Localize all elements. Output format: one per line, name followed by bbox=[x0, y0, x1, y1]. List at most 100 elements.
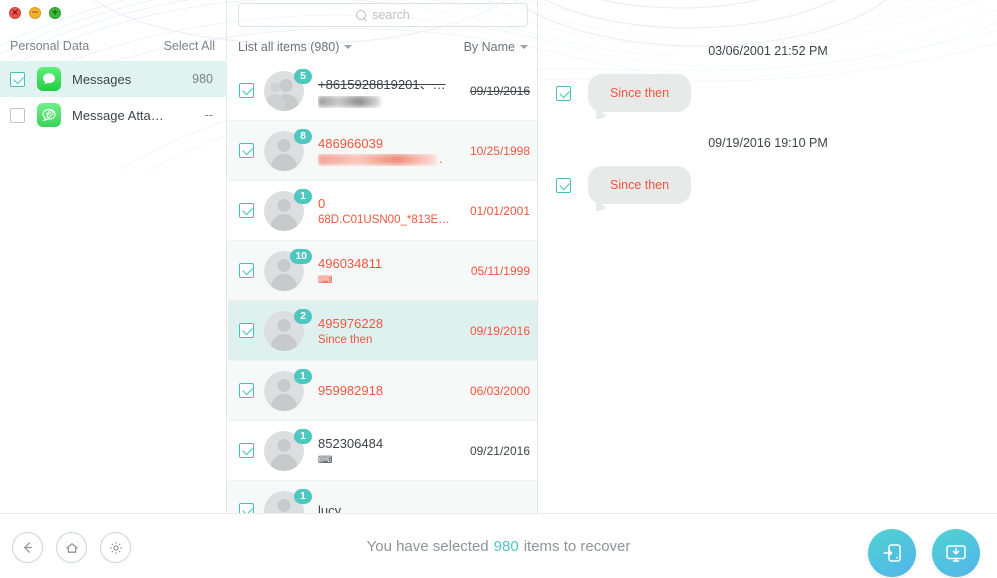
status-prefix: You have selected bbox=[366, 538, 489, 555]
message-bubble: Since then bbox=[588, 74, 692, 112]
conversation-checkbox[interactable] bbox=[239, 383, 254, 398]
conversation-date: 09/19/2016 bbox=[469, 323, 530, 338]
settings-button[interactable] bbox=[100, 532, 131, 563]
unread-count-badge: 5 bbox=[294, 68, 312, 84]
close-window-button[interactable]: × bbox=[9, 7, 21, 19]
conversation-text: 496034811 ⌨ bbox=[318, 256, 471, 286]
conversation-text: 852306484 ⌨ bbox=[318, 436, 470, 466]
conversation-checkbox[interactable] bbox=[239, 323, 254, 338]
search-icon bbox=[356, 9, 367, 21]
conversation-row[interactable]: 8 486966039 . 10/25/1998 bbox=[228, 121, 537, 181]
message-timestamp: 09/19/2016 19:10 PM bbox=[708, 136, 828, 150]
conversation-preview: 68D.C01USN00_*813E… bbox=[318, 213, 450, 226]
recover-to-computer-button[interactable] bbox=[932, 529, 980, 577]
conversation-text: 495976228 Since then bbox=[318, 316, 470, 346]
unread-count-badge: 1 bbox=[294, 428, 312, 444]
maximize-icon: + bbox=[51, 7, 59, 18]
message-checkbox[interactable] bbox=[556, 85, 571, 101]
avatar-wrapper: 1 bbox=[264, 428, 312, 471]
conversation-date: 01/01/2001 bbox=[469, 203, 530, 218]
message-attachments-icon bbox=[37, 103, 61, 127]
message-row[interactable]: Since then bbox=[539, 166, 997, 204]
conversation-title: 959982918 bbox=[318, 383, 384, 398]
recover-to-device-button[interactable] bbox=[868, 529, 916, 577]
search-placeholder: search bbox=[372, 8, 410, 22]
conversation-title: 486966039 bbox=[318, 135, 384, 151]
sidebar-item-messages[interactable]: Messages 980 bbox=[0, 61, 227, 97]
conversation-text: 0 68D.C01USN00_*813E… bbox=[318, 196, 470, 226]
conversation-row[interactable]: 10 496034811 ⌨ 05/11/1999 bbox=[228, 241, 537, 301]
unsupported-character-glyph: ⌨ bbox=[318, 454, 332, 466]
select-all-button[interactable]: Select All bbox=[164, 39, 215, 53]
sidebar-item-label: Message Atta… bbox=[72, 107, 164, 123]
redacted-preview bbox=[318, 153, 436, 165]
unread-count-badge: 10 bbox=[290, 248, 312, 264]
message-checkbox[interactable] bbox=[556, 177, 571, 193]
maximize-window-button[interactable]: + bbox=[49, 7, 61, 19]
conversation-checkbox[interactable] bbox=[239, 503, 254, 513]
chevron-down-icon bbox=[344, 45, 353, 49]
avatar-wrapper: 5 bbox=[264, 68, 312, 111]
avatar-wrapper: 1 bbox=[264, 368, 312, 411]
messages-checkbox[interactable] bbox=[10, 71, 25, 87]
filter-dropdown[interactable]: List all items (980) bbox=[238, 40, 353, 54]
back-arrow-icon bbox=[24, 542, 32, 553]
conversation-preview bbox=[318, 95, 466, 108]
minimize-icon: − bbox=[31, 7, 39, 18]
minimize-window-button[interactable]: − bbox=[29, 7, 41, 19]
chevron-down-icon bbox=[520, 45, 528, 49]
conversation-preview: ⌨ bbox=[318, 274, 467, 286]
conversation-row[interactable]: 2 495976228 Since then 09/19/2016 bbox=[228, 301, 537, 361]
sidebar: × − + Personal Data Select All Messages … bbox=[0, 0, 227, 513]
close-icon: × bbox=[11, 7, 19, 18]
unread-count-badge: 1 bbox=[294, 188, 312, 204]
app-window: × − + Personal Data Select All Messages … bbox=[0, 0, 997, 578]
conversation-row[interactable]: 1 lucy bbox=[228, 481, 537, 513]
footer-toolbar: You have selected 980 items to recover bbox=[0, 513, 997, 578]
filter-dropdown-label: List all items (980) bbox=[238, 40, 340, 54]
conversation-row[interactable]: 1 0 68D.C01USN00_*813E… 01/01/2001 bbox=[228, 181, 537, 241]
sort-dropdown[interactable]: By Name bbox=[464, 40, 528, 54]
conversation-preview: Since then bbox=[318, 333, 373, 346]
sidebar-item-count: 980 bbox=[192, 72, 213, 86]
conversation-text: lucy bbox=[318, 503, 530, 513]
conversation-row[interactable]: 1 959982918 06/03/2000 bbox=[228, 361, 537, 421]
search-bar: search bbox=[228, 0, 537, 30]
sidebar-title: Personal Data bbox=[10, 39, 90, 53]
conversation-checkbox[interactable] bbox=[239, 443, 254, 458]
conversation-title: lucy bbox=[318, 503, 342, 513]
conversation-checkbox[interactable] bbox=[239, 203, 254, 218]
conversation-checkbox[interactable] bbox=[239, 263, 254, 278]
messages-icon bbox=[37, 67, 61, 91]
sidebar-item-message-attachments[interactable]: Message Atta… -- bbox=[0, 97, 227, 133]
conversation-row[interactable]: 5 +8615928819201、… 09/19/2016 bbox=[228, 61, 537, 121]
unread-count-badge: 2 bbox=[294, 308, 312, 324]
conversation-row[interactable]: 1 852306484 ⌨ 09/21/2016 bbox=[228, 421, 537, 481]
conversation-preview: . bbox=[318, 154, 466, 166]
home-button[interactable] bbox=[56, 532, 87, 563]
sidebar-header: Personal Data Select All bbox=[0, 34, 227, 58]
avatar-wrapper: 1 bbox=[264, 188, 312, 231]
unread-count-badge: 8 bbox=[294, 128, 312, 144]
conversation-date: 06/03/2000 bbox=[469, 383, 530, 398]
recover-to-device-icon bbox=[883, 544, 901, 562]
message-timestamp: 03/06/2001 21:52 PM bbox=[708, 44, 828, 58]
recover-to-computer-icon bbox=[946, 545, 966, 562]
conversation-title: 496034811 bbox=[318, 255, 383, 271]
back-button[interactable] bbox=[12, 532, 43, 563]
selection-status: You have selected 980 items to recover bbox=[0, 514, 997, 578]
message-attachments-checkbox[interactable] bbox=[10, 107, 25, 123]
home-icon bbox=[65, 542, 78, 553]
sidebar-item-count: -- bbox=[204, 108, 213, 122]
conversation-rows[interactable]: 5 +8615928819201、… 09/19/2016 8 486966039 . 1… bbox=[228, 61, 537, 513]
conversation-text: 959982918 bbox=[318, 383, 470, 398]
conversation-date: 09/19/2016 bbox=[469, 83, 530, 98]
status-count: 980 bbox=[493, 538, 519, 555]
conversation-title: 852306484 bbox=[318, 435, 384, 451]
conversation-checkbox[interactable] bbox=[239, 83, 254, 98]
search-input-wrapper[interactable]: search bbox=[238, 3, 528, 27]
conversation-checkbox[interactable] bbox=[239, 143, 254, 158]
message-row[interactable]: Since then bbox=[539, 74, 997, 112]
status-suffix: items to recover bbox=[523, 538, 631, 555]
avatar-wrapper: 10 bbox=[264, 248, 312, 291]
